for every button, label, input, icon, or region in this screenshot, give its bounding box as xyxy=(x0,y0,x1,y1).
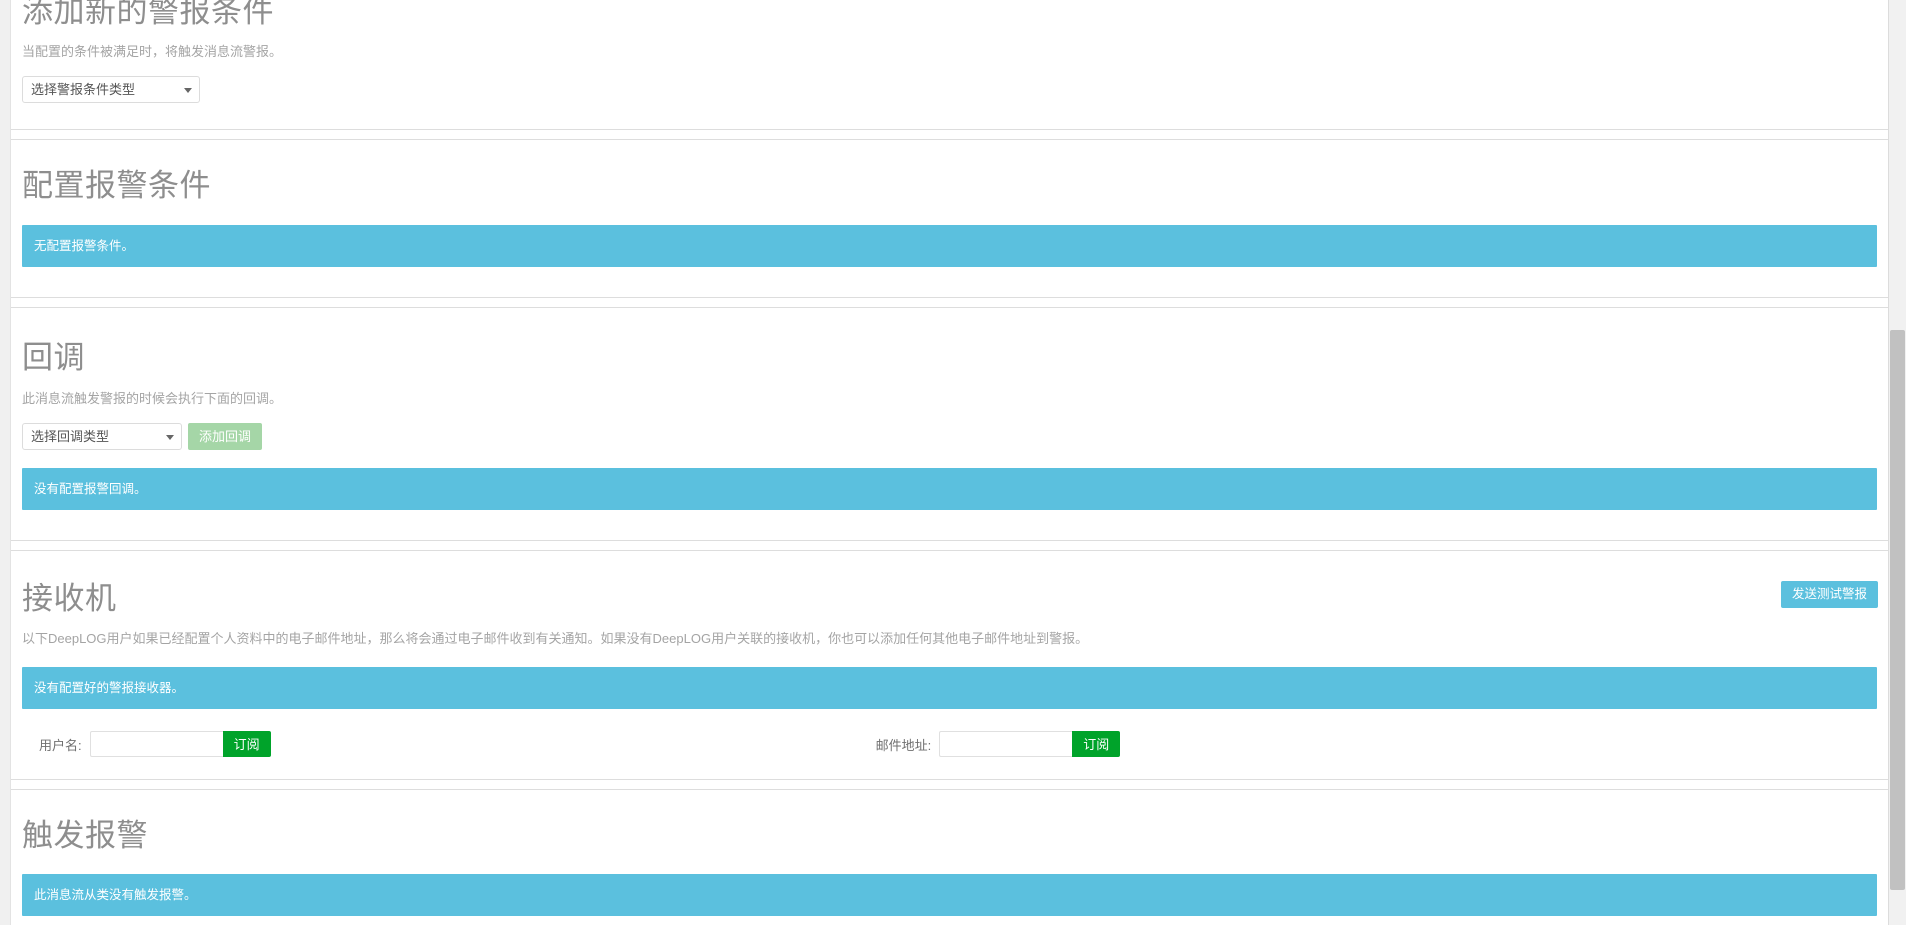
callbacks-empty-alert: 没有配置报警回调。 xyxy=(22,468,1877,510)
callbacks-description: 此消息流触发警报的时候会执行下面的回调。 xyxy=(22,389,1878,409)
email-subscribe-button[interactable]: 订阅 xyxy=(1072,731,1120,757)
section-callbacks: 回调 此消息流触发警报的时候会执行下面的回调。 选择回调类型 添加回调 没有配置… xyxy=(11,308,1889,510)
section-divider-3 xyxy=(11,540,1889,551)
configure-conditions-title: 配置报警条件 xyxy=(22,168,1878,204)
alert-configuration-page: 添加新的警报条件 当配置的条件被满足时，将触发消息流警报。 选择警报条件类型 配… xyxy=(0,0,1906,925)
username-subscribe-group: 用户名: 订阅 xyxy=(39,731,271,757)
add-callback-button[interactable]: 添加回调 xyxy=(188,423,262,450)
email-input[interactable] xyxy=(939,731,1072,757)
email-label: 邮件地址: xyxy=(876,735,932,754)
username-label: 用户名: xyxy=(39,735,82,754)
add-condition-title: 添加新的警报条件 xyxy=(22,0,1878,30)
add-condition-description: 当配置的条件被满足时，将触发消息流警报。 xyxy=(22,42,1878,62)
callbacks-toolbar: 选择回调类型 添加回调 xyxy=(22,423,1878,450)
username-subscribe-button[interactable]: 订阅 xyxy=(223,731,271,757)
receivers-description: 以下DeepLOG用户如果已经配置个人资料中的电子邮件地址，那么将会通过电子邮件… xyxy=(22,629,1878,649)
receivers-empty-alert: 没有配置好的警报接收器。 xyxy=(22,667,1877,709)
spacer xyxy=(11,267,1889,297)
username-input-group: 订阅 xyxy=(90,731,271,757)
page-scrollbar-track[interactable] xyxy=(1888,0,1906,925)
email-input-group: 订阅 xyxy=(939,731,1120,757)
section-receivers: 接收机 发送测试警报 以下DeepLOG用户如果已经配置个人资料中的电子邮件地址… xyxy=(11,551,1889,757)
callback-type-select-wrap: 选择回调类型 xyxy=(22,423,182,450)
section-divider-2 xyxy=(11,297,1889,308)
spacer xyxy=(11,916,1889,925)
configure-conditions-empty-alert: 无配置报警条件。 xyxy=(22,225,1877,267)
receivers-subscribe-row: 用户名: 订阅 邮件地址: 订阅 xyxy=(22,731,1878,757)
receivers-header-row: 接收机 发送测试警报 xyxy=(22,581,1878,617)
username-input[interactable] xyxy=(90,731,223,757)
spacer xyxy=(11,510,1889,540)
section-divider-1 xyxy=(11,129,1889,140)
triggered-alerts-empty-alert: 此消息流从类没有触发报警。 xyxy=(22,874,1877,916)
page-scrollbar-thumb[interactable] xyxy=(1890,330,1905,890)
callbacks-title: 回调 xyxy=(22,340,1878,376)
email-subscribe-group: 邮件地址: 订阅 xyxy=(876,731,1121,757)
spacer xyxy=(11,757,1889,779)
left-gutter xyxy=(0,0,11,925)
section-configure-conditions: 配置报警条件 无配置报警条件。 xyxy=(11,140,1889,267)
callback-type-select[interactable]: 选择回调类型 xyxy=(22,423,182,450)
spacer xyxy=(11,103,1889,129)
receivers-title: 接收机 xyxy=(22,581,117,617)
page-content: 添加新的警报条件 当配置的条件被满足时，将触发消息流警报。 选择警报条件类型 配… xyxy=(11,0,1889,925)
condition-type-select[interactable]: 选择警报条件类型 xyxy=(22,76,200,103)
section-triggered-alerts: 触发报警 此消息流从类没有触发报警。 xyxy=(11,790,1889,916)
triggered-alerts-title: 触发报警 xyxy=(22,818,1878,854)
send-test-alert-button[interactable]: 发送测试警报 xyxy=(1781,581,1878,608)
condition-type-select-wrap: 选择警报条件类型 xyxy=(22,76,200,103)
section-add-alert-condition: 添加新的警报条件 当配置的条件被满足时，将触发消息流警报。 选择警报条件类型 xyxy=(11,0,1889,103)
section-divider-4 xyxy=(11,779,1889,790)
